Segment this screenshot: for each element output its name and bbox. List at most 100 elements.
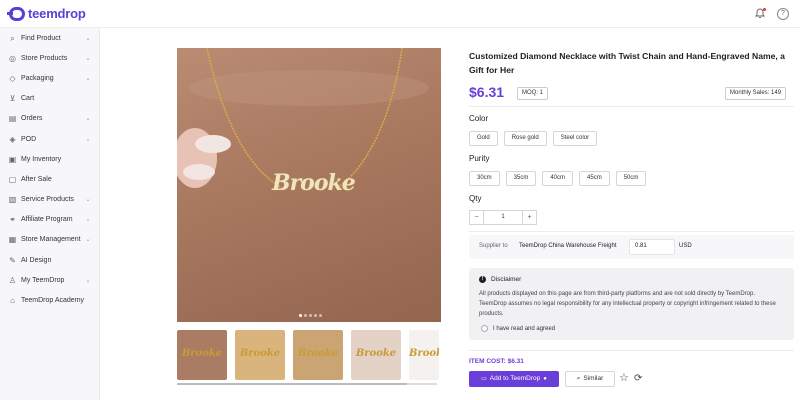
sidebar-item-label: Service Products <box>21 196 74 204</box>
color-label: Color <box>469 114 489 123</box>
store-icon: ▦ <box>8 235 17 245</box>
disclaimer-text: All products displayed on this page are … <box>479 291 776 317</box>
thumbnail-scrollbar[interactable] <box>177 383 437 385</box>
qty-decrease-button[interactable]: − <box>469 210 484 225</box>
color-option[interactable]: Rose gold <box>503 131 547 146</box>
color-option[interactable]: Gold <box>469 131 498 146</box>
chevron-down-icon[interactable]: ⌄ <box>83 277 93 284</box>
sidebar-item[interactable]: ▣ My Inventory <box>0 149 99 169</box>
notification-dot <box>763 8 766 11</box>
sidebar-item-label: My TeemDrop <box>21 276 65 284</box>
disclaimer-title: Disclaimer <box>491 276 522 283</box>
inventory-icon: ▣ <box>8 154 17 164</box>
purity-option[interactable]: 30cm <box>469 171 500 186</box>
sidebar-item-label: My Inventory <box>21 155 62 163</box>
freight-price: 0.81 <box>635 243 647 249</box>
purity-label: Purity <box>469 154 490 163</box>
necklace-name-text: Brooke <box>272 170 356 196</box>
sidebar-item[interactable]: ✎ AI Design <box>0 250 99 270</box>
supplier-name[interactable]: TeemDrop China Warehouse Freight <box>519 243 617 249</box>
quantity-stepper: − 1 + <box>469 210 537 225</box>
info-dot-icon: ● <box>543 376 547 382</box>
similar-button-label: Similar <box>583 375 604 382</box>
purity-option[interactable]: 40cm <box>542 171 574 186</box>
search-icon: ⌕ <box>10 33 15 43</box>
star-icon[interactable]: ☆ <box>619 372 629 385</box>
sidebar-item-label: Store Management <box>21 236 81 244</box>
moq-badge: MOQ: 1 <box>517 87 549 100</box>
purity-options: 30cm 35cm 40cm 45cm 50cm <box>469 171 647 186</box>
academy-icon: ⌂ <box>10 296 15 306</box>
chevron-down-icon[interactable]: ⌄ <box>83 216 93 223</box>
sidebar-item[interactable]: ▧ Service Products ⌄ <box>0 190 99 210</box>
color-options: Gold Rose gold Steel color <box>469 131 598 146</box>
help-icon[interactable]: ? <box>777 8 789 20</box>
sidebar-item[interactable]: ▦ Store Management ⌄ <box>0 230 99 250</box>
top-bar: teemdrop ? <box>0 0 800 28</box>
carousel-dots[interactable] <box>299 314 322 317</box>
search-icon: ⌕ <box>576 375 581 382</box>
sidebar-item[interactable]: ◇ Packaging ⌄ <box>0 68 99 88</box>
thumbnail[interactable]: Brooke <box>409 330 439 380</box>
purity-option[interactable]: 45cm <box>579 171 610 186</box>
sidebar-item[interactable]: ▤ Orders ⌄ <box>0 109 99 129</box>
sidebar-item-label: Orders <box>21 115 43 123</box>
after-sale-icon: ▢ <box>8 174 17 184</box>
thumbnail[interactable]: Brooke <box>235 330 285 380</box>
sidebar-item[interactable]: ⊻ Cart <box>0 89 99 109</box>
chevron-down-icon[interactable]: ⌄ <box>83 196 93 203</box>
sidebar-item-label: Affiliate Program <box>21 216 73 224</box>
sidebar-item-label: Cart <box>21 95 35 103</box>
sidebar-item-label: AI Design <box>21 256 52 264</box>
add-to-teemdrop-button[interactable]: ▭ Add to TeemDrop ● <box>469 371 559 387</box>
freight-currency: USD <box>679 243 692 249</box>
divider <box>469 350 794 351</box>
chevron-down-icon[interactable]: ⌄ <box>83 236 93 243</box>
sidebar-item[interactable]: ◈ POD ⌄ <box>0 129 99 149</box>
pod-icon: ◈ <box>9 134 16 144</box>
purity-option[interactable]: 35cm <box>505 171 537 186</box>
chevron-down-icon[interactable]: ⌄ <box>83 35 93 42</box>
globe-icon: ◎ <box>9 53 16 63</box>
sidebar-item-label: Find Product <box>21 34 61 42</box>
info-icon: ! <box>479 276 486 283</box>
qty-input[interactable]: 1 <box>484 210 522 225</box>
affiliate-icon: ⚭ <box>9 215 16 225</box>
refresh-icon[interactable]: ⟳ <box>634 372 642 385</box>
bell-icon[interactable] <box>754 8 766 20</box>
sidebar-item[interactable]: ⚭ Affiliate Program ⌄ <box>0 210 99 230</box>
logo[interactable]: teemdrop <box>7 6 86 21</box>
logo-mark-icon <box>7 6 25 21</box>
thumbnail[interactable]: Brooke <box>177 330 227 380</box>
supplier-row: Supplier to TeemDrop China Warehouse Fre… <box>469 235 794 259</box>
chevron-down-icon[interactable]: ⌄ <box>83 115 93 122</box>
sidebar-item[interactable]: ▢ After Sale <box>0 169 99 189</box>
similar-button[interactable]: ⌕ Similar <box>565 371 615 387</box>
chevron-down-icon[interactable]: ⌄ <box>83 75 93 82</box>
supplier-label: Supplier to <box>479 243 508 249</box>
chevron-down-icon[interactable]: ⌄ <box>83 55 93 62</box>
qty-increase-button[interactable]: + <box>522 210 537 225</box>
cart-icon: ⊻ <box>9 94 16 104</box>
agree-label: I have read and agreed <box>493 325 556 332</box>
qty-label: Qty <box>469 194 482 203</box>
sidebar-item[interactable]: ♙ My TeemDrop ⌄ <box>0 270 99 290</box>
chevron-down-icon[interactable]: ⌄ <box>83 136 93 143</box>
sidebar-item[interactable]: ◎ Store Products ⌄ <box>0 48 99 68</box>
thumbnail[interactable]: Brooke <box>351 330 401 380</box>
sidebar: ⌕ Find Product ⌄ ◎ Store Products ⌄ ◇ Packaging… <box>0 28 100 400</box>
sidebar-item[interactable]: ⌕ Find Product ⌄ <box>0 28 99 48</box>
sidebar-item[interactable]: ⌂ TeemDrop Academy <box>0 290 99 310</box>
agree-checkbox[interactable]: I have read and agreed <box>481 325 555 332</box>
radio-icon[interactable] <box>481 325 488 332</box>
color-option[interactable]: Steel color <box>552 131 598 146</box>
item-cost: ITEM COST: $6.31 <box>469 358 524 365</box>
purity-option[interactable]: 50cm <box>615 171 647 186</box>
add-icon: ▭ <box>481 376 487 382</box>
sidebar-item-label: Store Products <box>21 54 68 62</box>
product-main-image[interactable]: Brooke <box>177 48 441 322</box>
sidebar-item-label: Packaging <box>21 74 54 82</box>
ai-design-icon: ✎ <box>9 255 16 265</box>
thumbnail[interactable]: Brooke <box>293 330 343 380</box>
product-title: Customized Diamond Necklace with Twist C… <box>469 51 785 75</box>
